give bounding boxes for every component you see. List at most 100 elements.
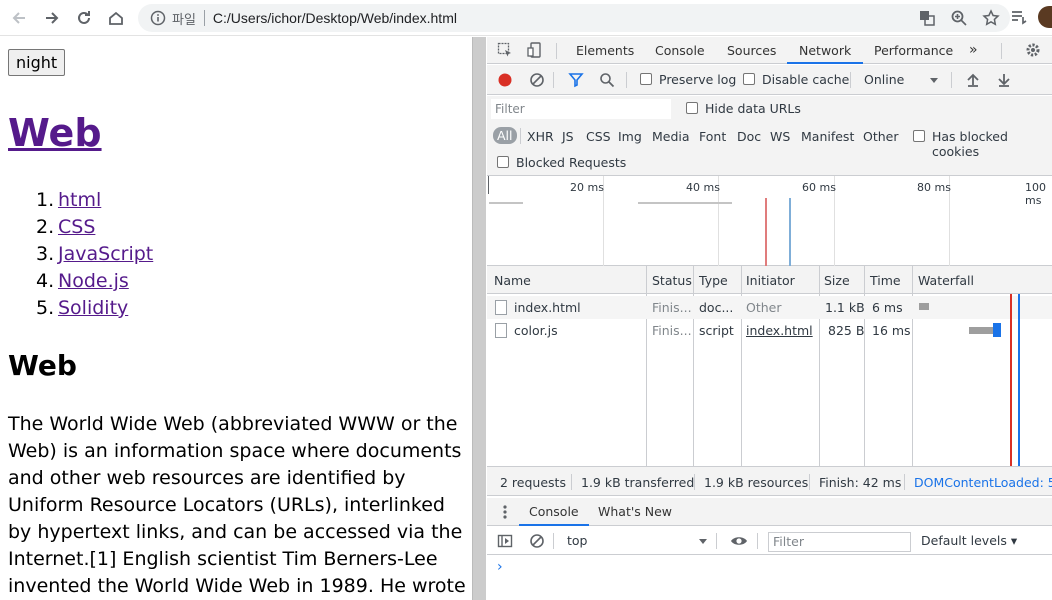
- request-initiator-link[interactable]: index.html: [746, 323, 813, 338]
- page-title: Web: [8, 111, 102, 155]
- settings-gear-icon[interactable]: [1025, 42, 1041, 58]
- column-header-name[interactable]: Name: [494, 273, 531, 288]
- url-text[interactable]: C:/Users/ichor/Desktop/Web/index.html: [213, 10, 457, 26]
- type-filter-font[interactable]: Font: [699, 129, 726, 144]
- overview-tick-label: 80 ms: [917, 181, 951, 194]
- info-icon[interactable]: [150, 10, 166, 26]
- type-filter-manifest[interactable]: Manifest: [801, 129, 854, 144]
- reload-icon: [78, 11, 90, 24]
- more-tabs-button[interactable]: »: [969, 37, 978, 64]
- type-filter-xhr[interactable]: XHR: [527, 129, 554, 144]
- type-filter-js[interactable]: JS: [562, 129, 574, 144]
- tab-elements[interactable]: Elements: [576, 37, 634, 64]
- toolbar-divider: [553, 533, 554, 549]
- live-expression-eye-icon[interactable]: [730, 533, 748, 549]
- network-summary-bar: 2 requests 1.9 kB transferred 1.9 kB res…: [487, 466, 1052, 496]
- toolbar-divider: [716, 533, 717, 549]
- type-filter-all[interactable]: All: [493, 127, 517, 144]
- summary-divider: [571, 474, 572, 490]
- scheme-label: 파일: [172, 12, 196, 28]
- toc-link-css[interactable]: CSS: [58, 214, 95, 241]
- type-filter-img[interactable]: Img: [618, 129, 642, 144]
- toolbar-divider: [757, 533, 758, 549]
- clear-console-icon[interactable]: [529, 533, 545, 549]
- drawer-menu-icon[interactable]: [502, 504, 508, 520]
- hide-data-urls-label: Hide data URLs: [705, 101, 801, 116]
- filter-funnel-icon[interactable]: [568, 72, 584, 88]
- record-icon[interactable]: [497, 72, 513, 88]
- translate-icon[interactable]: [918, 9, 936, 27]
- home-button[interactable]: [100, 2, 132, 34]
- toc-link-solidity[interactable]: Solidity: [58, 295, 128, 322]
- tab-network[interactable]: Network: [787, 37, 864, 64]
- zoom-icon[interactable]: [950, 9, 968, 27]
- log-levels-select[interactable]: Default levels ▾: [921, 533, 1017, 548]
- column-header-status[interactable]: Status: [652, 273, 692, 288]
- summary-transferred: 1.9 kB transferred: [581, 475, 695, 490]
- request-row[interactable]: color.js Finis... script index.html 825 …: [487, 319, 1052, 342]
- bookmark-star-icon[interactable]: [982, 9, 1000, 27]
- column-header-time[interactable]: Time: [870, 273, 901, 288]
- request-name: color.js: [514, 323, 558, 338]
- overview-dcl-marker: [789, 198, 791, 266]
- back-button[interactable]: [3, 2, 35, 34]
- inspect-element-icon[interactable]: [497, 42, 513, 58]
- column-header-size[interactable]: Size: [824, 273, 850, 288]
- has-blocked-cookies-checkbox[interactable]: [913, 130, 925, 142]
- device-toolbar-icon[interactable]: [527, 42, 543, 58]
- console-sidebar-icon[interactable]: [497, 533, 513, 549]
- export-har-icon[interactable]: [996, 72, 1012, 88]
- import-har-icon[interactable]: [965, 72, 981, 88]
- disable-cache-checkbox[interactable]: [743, 73, 755, 85]
- column-header-waterfall[interactable]: Waterfall: [918, 273, 974, 288]
- console-filter-input[interactable]: Filter: [768, 532, 911, 552]
- column-header-initiator[interactable]: Initiator: [746, 273, 795, 288]
- blocked-requests-checkbox[interactable]: [497, 156, 509, 168]
- tab-divider: [556, 43, 557, 59]
- search-icon[interactable]: [599, 72, 615, 88]
- page-title-link[interactable]: Web: [8, 111, 102, 155]
- type-filter-doc[interactable]: Doc: [737, 129, 761, 144]
- console-prompt-chevron[interactable]: ›: [497, 559, 503, 575]
- tab-console[interactable]: Console: [655, 37, 705, 64]
- network-overview[interactable]: 20 ms 40 ms 60 ms 80 ms 100 ms: [487, 176, 1052, 266]
- toc-number: 2.: [36, 216, 55, 238]
- request-row[interactable]: index.html Finis... doc... Other 1.1 kB …: [487, 296, 1052, 319]
- network-toolbar: Preserve log Disable cache Online: [487, 65, 1052, 95]
- tab-sources[interactable]: Sources: [727, 37, 776, 64]
- devtools-splitter[interactable]: [472, 37, 486, 600]
- forward-button[interactable]: [36, 2, 68, 34]
- chevron-down-icon: [930, 78, 938, 83]
- toc-item: 3. JavaScript: [36, 241, 153, 268]
- toc-link-nodejs[interactable]: Node.js: [58, 268, 129, 295]
- reload-button[interactable]: [68, 2, 100, 34]
- drawer-tab-whats-new[interactable]: What's New: [598, 504, 672, 519]
- reading-list-icon[interactable]: [1010, 8, 1028, 26]
- network-filter-input[interactable]: Filter: [491, 99, 671, 119]
- request-type: doc...: [699, 300, 734, 315]
- toolbar-divider: [850, 72, 851, 88]
- clear-icon[interactable]: [529, 72, 545, 88]
- tab-performance[interactable]: Performance: [874, 37, 953, 64]
- summary-divider: [904, 474, 905, 490]
- summary-divider: [809, 474, 810, 490]
- home-icon: [109, 11, 123, 25]
- drawer-tab-console[interactable]: Console: [519, 498, 589, 526]
- profile-avatar[interactable]: [1038, 6, 1052, 28]
- overview-tick-label: 20 ms: [570, 181, 604, 194]
- toc-link-javascript[interactable]: JavaScript: [58, 241, 153, 268]
- toc-number: 4.: [36, 270, 55, 292]
- type-filter-other[interactable]: Other: [863, 129, 899, 144]
- preserve-log-checkbox[interactable]: [640, 73, 652, 85]
- hide-data-urls-checkbox[interactable]: [686, 102, 698, 114]
- execution-context-select[interactable]: top: [567, 533, 587, 548]
- address-bar[interactable]: 파일 C:/Users/ichor/Desktop/Web/index.html: [138, 4, 1010, 32]
- toc-link-html[interactable]: html: [58, 187, 101, 214]
- overview-bar-document: [489, 202, 523, 204]
- type-filter-css[interactable]: CSS: [586, 129, 611, 144]
- type-filter-media[interactable]: Media: [652, 129, 690, 144]
- column-header-type[interactable]: Type: [699, 273, 728, 288]
- throttling-select[interactable]: Online: [864, 72, 904, 87]
- night-mode-button[interactable]: night: [8, 49, 66, 76]
- type-filter-ws[interactable]: WS: [770, 129, 790, 144]
